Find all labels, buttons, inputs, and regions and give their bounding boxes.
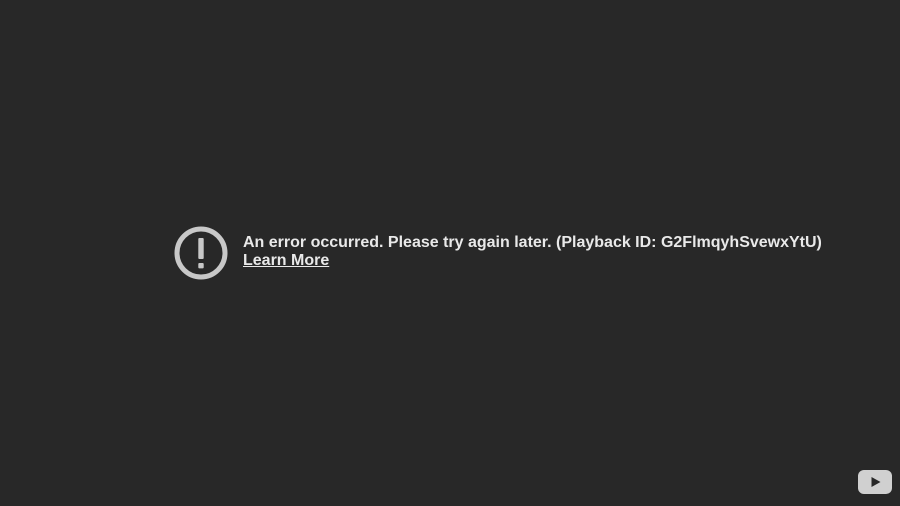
error-text-block: An error occurred. Please try again late… bbox=[243, 234, 822, 270]
exclamation-circle-icon bbox=[174, 226, 228, 280]
error-panel: An error occurred. Please try again late… bbox=[174, 226, 822, 280]
video-player: An error occurred. Please try again late… bbox=[0, 0, 900, 506]
error-message: An error occurred. Please try again late… bbox=[243, 234, 822, 251]
learn-more-link[interactable]: Learn More bbox=[243, 252, 329, 270]
youtube-logo-icon[interactable] bbox=[858, 470, 892, 494]
